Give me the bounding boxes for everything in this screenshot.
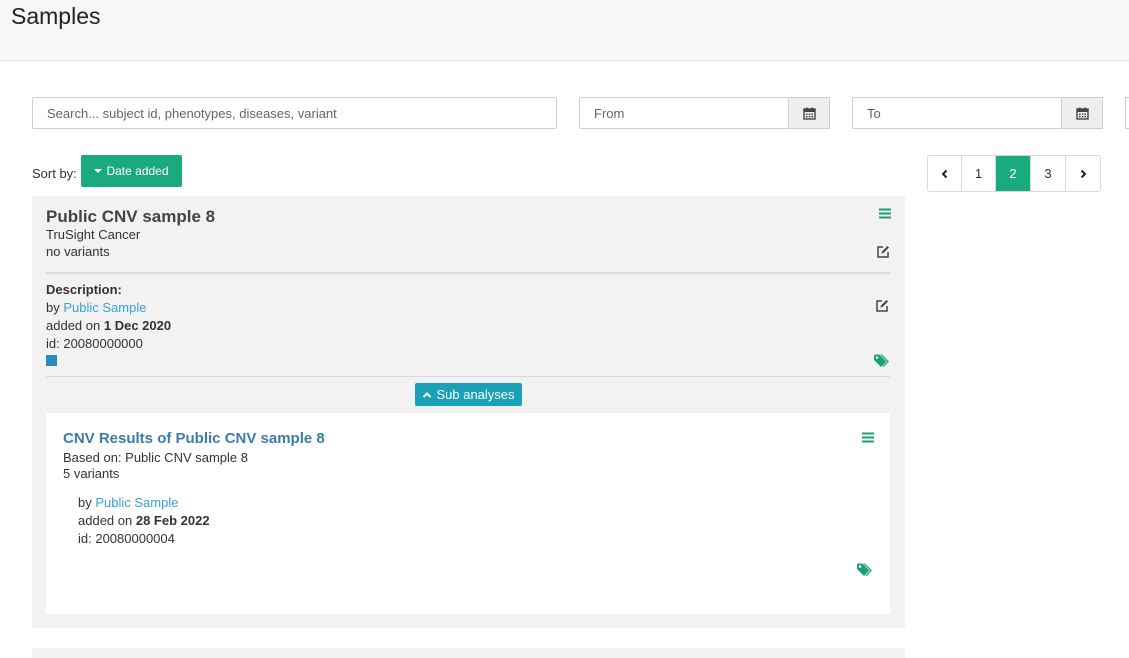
sample-title[interactable]: Public CNV sample 8 [46, 207, 215, 227]
to-calendar-button[interactable] [1062, 97, 1103, 129]
chevron-up-icon [423, 391, 432, 398]
from-date-input[interactable] [579, 97, 789, 129]
extra-filter-input[interactable] [1125, 97, 1129, 129]
top-bar: Samples [0, 0, 1129, 61]
analysis-owner-line: by Public Sample [78, 495, 178, 510]
analysis-variant-count: 5 variants [63, 466, 120, 481]
next-page-button[interactable] [1066, 156, 1100, 191]
sample-owner-line: by Public Sample [46, 300, 146, 315]
caret-down-icon [94, 169, 103, 173]
sort-button-label: Date added [106, 164, 169, 178]
card-divider-2 [46, 376, 890, 377]
page-2-button[interactable]: 2 [996, 156, 1031, 191]
card-divider [46, 272, 890, 274]
owner-link[interactable]: Public Sample [95, 495, 178, 510]
analysis-title[interactable]: CNV Results of Public CNV sample 8 [63, 430, 325, 447]
tags-icon[interactable] [857, 563, 874, 577]
chevron-left-icon [941, 169, 947, 178]
sample-panel: TruSight Cancer [46, 227, 141, 242]
sample-added-line: added on 1 Dec 2020 [46, 318, 171, 333]
sample-id: id: 20080000000 [46, 336, 143, 351]
sample-card: Public CNV sample 8 TruSight Cancer no v… [32, 196, 905, 628]
added-prefix: added on [46, 318, 101, 333]
tags-icon[interactable] [874, 354, 891, 368]
prev-page-button[interactable] [928, 156, 962, 191]
analysis-menu-icon[interactable] [862, 432, 874, 443]
next-sample-card [32, 648, 905, 658]
sub-analysis-card: CNV Results of Public CNV sample 8 Based… [46, 413, 890, 614]
by-prefix: by [46, 300, 60, 315]
added-date: 28 Feb 2022 [135, 513, 210, 528]
page-title: Samples [11, 3, 101, 29]
sort-label: Sort by: [32, 166, 77, 181]
calendar-icon [802, 107, 816, 120]
to-date-input[interactable] [852, 97, 1062, 129]
added-prefix: added on [78, 513, 133, 528]
page-3-button[interactable]: 3 [1031, 156, 1066, 191]
owner-link[interactable]: Public Sample [63, 300, 146, 315]
analysis-added-line: added on 28 Feb 2022 [78, 513, 210, 528]
by-prefix: by [78, 495, 92, 510]
edit-description-icon[interactable] [875, 299, 889, 313]
sample-variant-count: no variants [46, 244, 110, 259]
from-calendar-button[interactable] [789, 97, 830, 129]
added-date: 1 Dec 2020 [103, 318, 172, 333]
calendar-icon [1075, 107, 1089, 120]
status-square [46, 355, 57, 366]
search-input[interactable] [32, 97, 557, 129]
analysis-based-on: Based on: Public CNV sample 8 [63, 450, 248, 465]
edit-icon[interactable] [876, 245, 890, 259]
sort-date-added-button[interactable]: Date added [81, 155, 182, 187]
menu-icon[interactable] [879, 208, 891, 219]
sub-analyses-label: Sub analyses [436, 387, 515, 402]
description-label: Description: [46, 282, 122, 297]
sub-analyses-button[interactable]: Sub analyses [415, 383, 522, 406]
chevron-right-icon [1080, 169, 1087, 178]
pagination: 1 2 3 [927, 155, 1101, 192]
analysis-id: id: 20080000004 [78, 531, 175, 546]
page-1-button[interactable]: 1 [962, 156, 996, 191]
